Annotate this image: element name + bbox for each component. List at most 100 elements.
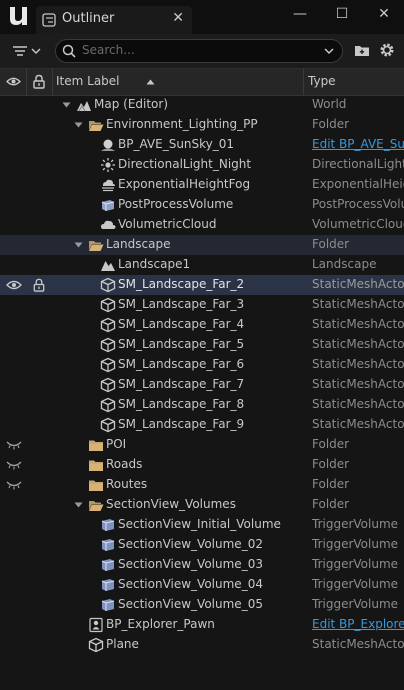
type-column-header[interactable]: Type [304, 69, 404, 95]
eye-icon [6, 77, 21, 86]
item-label: SM_Landscape_Far_7 [118, 377, 245, 391]
search-box[interactable]: Search... [55, 39, 343, 63]
item-label: Landscape [106, 237, 171, 251]
add-folder-icon[interactable] [354, 42, 371, 59]
hidden-eye-icon[interactable] [6, 479, 22, 491]
item-type: TriggerVolume [312, 557, 399, 571]
static-mesh-icon [88, 637, 104, 653]
unreal-logo-icon[interactable] [5, 3, 31, 29]
tree-row[interactable]: Plane StaticMeshActor [0, 635, 404, 655]
item-label: SectionView_Volume_05 [118, 597, 263, 611]
tree-row[interactable]: SM_Landscape_Far_3 StaticMeshActor [0, 295, 404, 315]
tree-row[interactable]: VolumetricCloud VolumetricCloud [0, 215, 404, 235]
tree-row[interactable]: SectionView_Volume_05 TriggerVolume [0, 595, 404, 615]
tree-row[interactable]: SectionView_Volume_03 TriggerVolume [0, 555, 404, 575]
expand-arrow-icon[interactable] [74, 122, 83, 128]
item-label: SM_Landscape_Far_3 [118, 297, 245, 311]
item-label-column-header[interactable]: Item Label [52, 69, 304, 95]
tree-row[interactable]: SectionView_Volume_04 TriggerVolume [0, 575, 404, 595]
folder-open-icon [89, 241, 104, 251]
tree-row[interactable]: Map (Editor) World [0, 95, 404, 115]
outliner-icon [42, 13, 56, 27]
visibility-toggle-icon[interactable] [6, 279, 22, 291]
lock-toggle-icon[interactable] [32, 278, 46, 292]
item-type: DirectionalLight [312, 157, 404, 171]
tree-row[interactable]: SM_Landscape_Far_4 StaticMeshActor [0, 315, 404, 335]
chevron-down-icon[interactable] [322, 44, 336, 58]
item-type: StaticMeshActor [312, 317, 404, 331]
item-label: SM_Landscape_Far_2 [118, 277, 245, 291]
tree-row[interactable]: SM_Landscape_Far_2 StaticMeshActor [0, 275, 404, 295]
item-label: SectionView_Volumes [106, 497, 236, 511]
outliner-tree: Map (Editor) World Environment_Lighting_PP… [0, 95, 404, 665]
cloud-icon [101, 220, 116, 229]
visibility-column-header[interactable] [0, 69, 27, 95]
tab-outliner[interactable]: Outliner ✕ [36, 6, 192, 34]
tree-row[interactable]: SM_Landscape_Far_7 StaticMeshActor [0, 375, 404, 395]
tree-row[interactable]: POI Folder [0, 435, 404, 455]
static-mesh-icon [100, 297, 116, 313]
tree-row[interactable]: BP_AVE_SunSky_01 Edit BP_AVE_SunSky [0, 135, 404, 155]
minimize-button[interactable]: — [290, 6, 310, 24]
tree-row[interactable]: BP_Explorer_Pawn Edit BP_Explorer [0, 615, 404, 635]
tree-row[interactable]: SM_Landscape_Far_6 StaticMeshActor [0, 355, 404, 375]
lock-icon [33, 74, 45, 89]
tree-row[interactable]: Environment_Lighting_PP Folder [0, 115, 404, 135]
tree-row[interactable]: SM_Landscape_Far_9 StaticMeshActor [0, 415, 404, 435]
item-label: Plane [106, 637, 139, 651]
tree-row[interactable]: Landscape1 Landscape [0, 255, 404, 275]
expand-arrow-icon[interactable] [62, 102, 71, 108]
maximize-button[interactable]: ☐ [332, 6, 352, 24]
item-label: SectionView_Volume_02 [118, 537, 263, 551]
title-bar: Outliner ✕ — ☐ ✕ [0, 0, 404, 34]
tree-row[interactable]: PostProcessVolume PostProcessVolume [0, 195, 404, 215]
static-mesh-icon [100, 317, 116, 333]
item-label: PostProcessVolume [118, 197, 234, 211]
edit-blueprint-link[interactable]: Edit BP_Explorer [312, 617, 404, 631]
tree-row[interactable]: Routes Folder [0, 475, 404, 495]
pawn-icon [89, 617, 103, 633]
trigger-volume-icon [101, 519, 115, 531]
item-label: BP_Explorer_Pawn [106, 617, 215, 631]
hidden-eye-icon[interactable] [6, 439, 22, 451]
directional-light-icon [101, 158, 115, 172]
tree-row[interactable]: Roads Folder [0, 455, 404, 475]
item-label: DirectionalLight_Night [118, 157, 252, 171]
item-label: SM_Landscape_Far_6 [118, 357, 245, 371]
item-type: Folder [312, 457, 350, 471]
sort-ascending-icon [146, 79, 155, 85]
expand-arrow-icon[interactable] [74, 242, 83, 248]
tree-row[interactable]: SectionView_Volume_02 TriggerVolume [0, 535, 404, 555]
item-type: TriggerVolume [312, 537, 399, 551]
tree-row[interactable]: SM_Landscape_Far_5 StaticMeshActor [0, 335, 404, 355]
hidden-eye-icon[interactable] [6, 459, 22, 471]
expand-arrow-icon[interactable] [74, 502, 83, 508]
item-type: Folder [312, 437, 350, 451]
tree-row[interactable]: SectionView_Initial_Volume TriggerVolume [0, 515, 404, 535]
folder-open-icon [89, 501, 104, 511]
landscape-icon [101, 261, 115, 271]
tree-row[interactable]: ExponentialHeightFog ExponentialHeightFog [0, 175, 404, 195]
lock-column-header[interactable] [26, 69, 53, 95]
item-label: ExponentialHeightFog [118, 177, 251, 191]
item-type: ExponentialHeightFog [312, 177, 404, 191]
edit-blueprint-link[interactable]: Edit BP_AVE_SunSky [312, 137, 404, 151]
tree-row[interactable]: Landscape Folder [0, 235, 404, 255]
item-label: SM_Landscape_Far_4 [118, 317, 245, 331]
search-input[interactable]: Search... [82, 43, 135, 57]
postprocess-icon [101, 200, 115, 211]
tree-row[interactable]: DirectionalLight_Night DirectionalLight [0, 155, 404, 175]
item-type: Folder [312, 237, 350, 251]
item-type: StaticMeshActor [312, 637, 404, 651]
tree-row[interactable]: SectionView_Volumes Folder [0, 495, 404, 515]
item-label: SectionView_Volume_03 [118, 557, 263, 571]
close-tab-icon[interactable]: ✕ [172, 10, 184, 26]
item-label: VolumetricCloud [118, 217, 217, 231]
static-mesh-icon [100, 337, 116, 353]
tree-row[interactable]: SM_Landscape_Far_8 StaticMeshActor [0, 395, 404, 415]
close-window-button[interactable]: ✕ [374, 6, 394, 24]
tab-title: Outliner [62, 11, 115, 26]
filter-icon[interactable] [10, 42, 46, 60]
gear-icon[interactable] [378, 41, 396, 59]
trigger-volume-icon [101, 599, 115, 611]
